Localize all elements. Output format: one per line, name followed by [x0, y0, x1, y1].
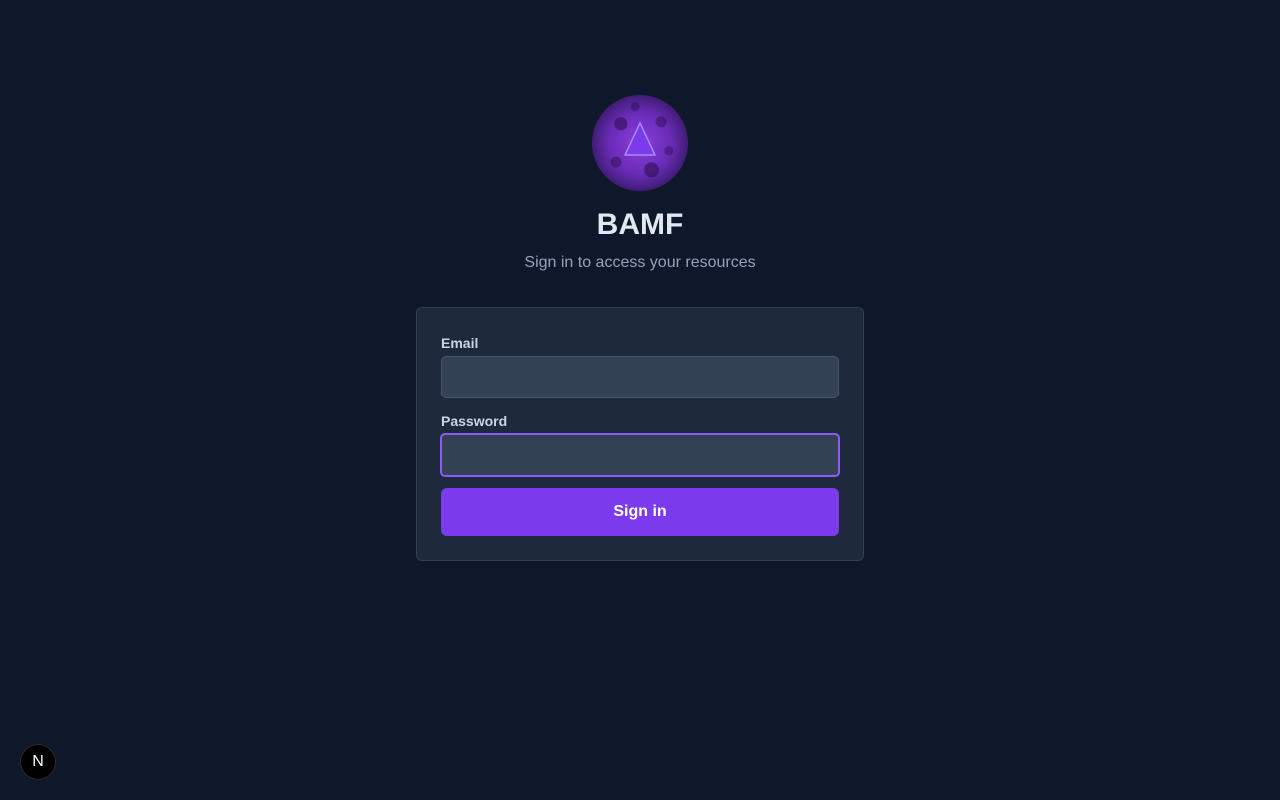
nextjs-icon[interactable]: N [20, 744, 56, 780]
triangle-icon [623, 121, 657, 156]
sign-in-button[interactable]: Sign in [441, 488, 839, 536]
triangle-orb-logo-icon [592, 95, 688, 191]
login-card: Email Password Sign in [416, 307, 864, 561]
app-title: BAMF [596, 208, 684, 241]
email-field[interactable] [441, 356, 839, 398]
nextjs-badge-letter: N [32, 753, 44, 770]
password-label: Password [441, 413, 508, 429]
app-subtitle: Sign in to access your resources [524, 254, 756, 271]
login-page: BAMF Sign in to access your resources Em… [0, 0, 1280, 800]
password-field[interactable] [440, 433, 840, 477]
email-label: Email [441, 335, 479, 351]
